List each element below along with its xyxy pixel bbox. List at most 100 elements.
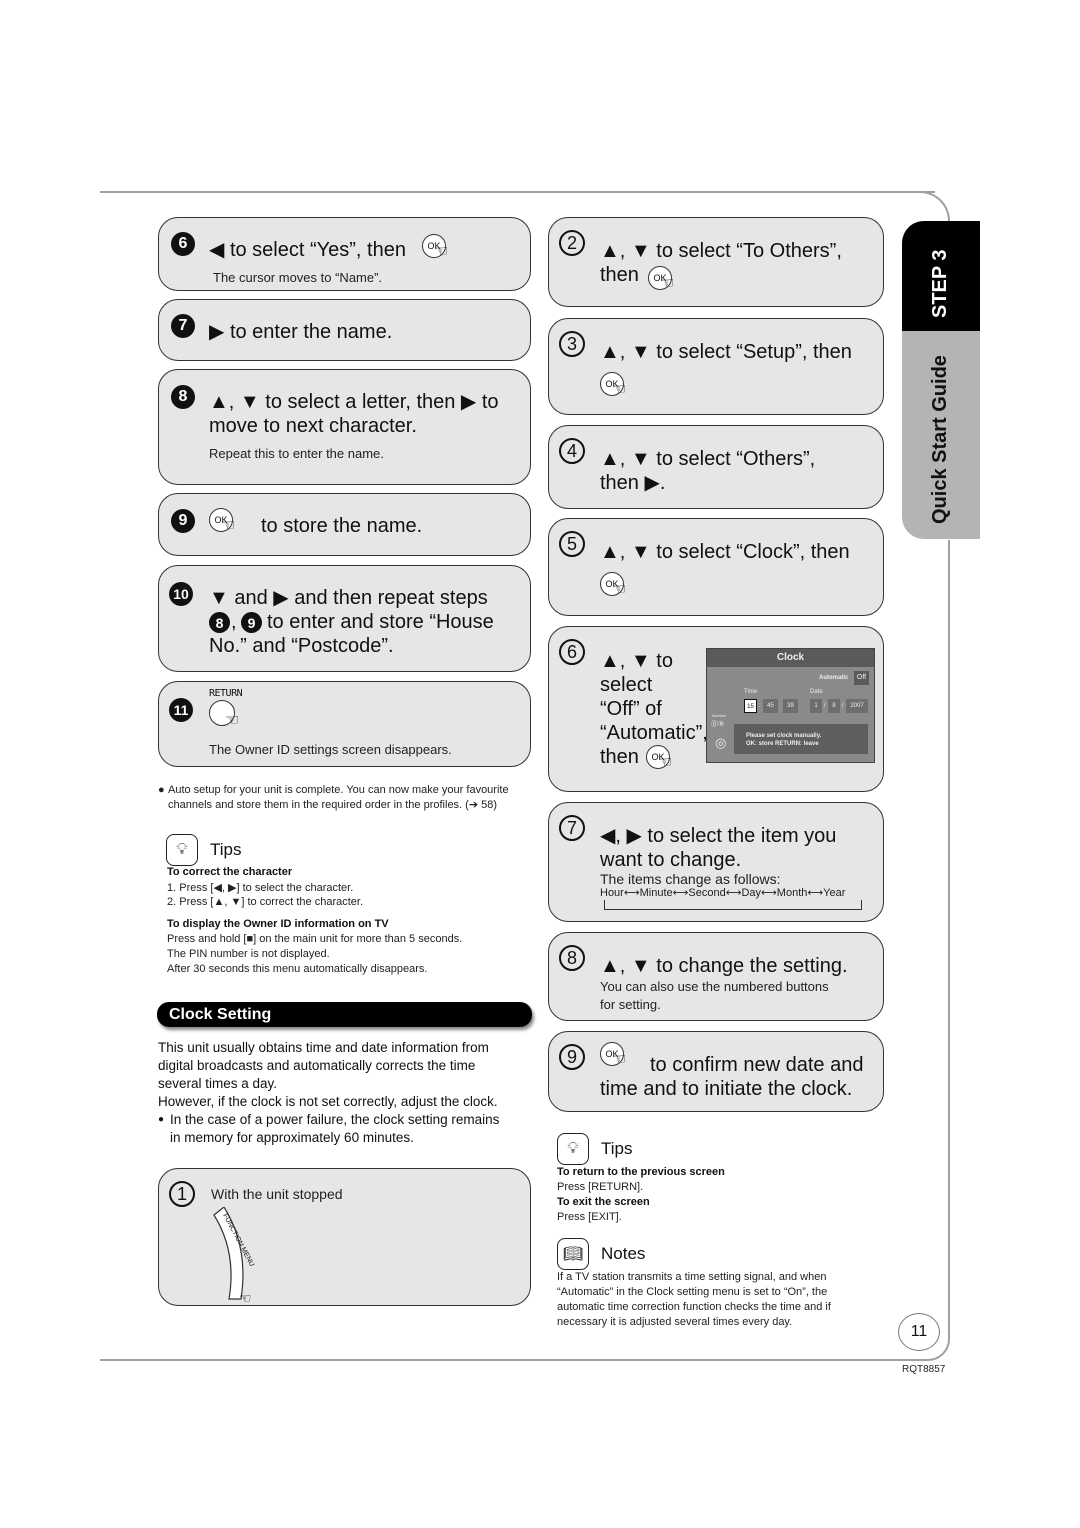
step-box-6: 6 ◀ to select “Yes”, then OK ☜ The cursor… (158, 217, 531, 291)
return-label: RETURN (209, 688, 243, 699)
date-separator: / (842, 703, 844, 709)
step-subtext: The cursor moves to “Name”. (213, 270, 383, 285)
notes-line: necessary it is adjusted several times e… (557, 1316, 793, 1328)
step-text-line: “Off” of (600, 698, 662, 720)
clock-screen-title: Clock (707, 649, 874, 667)
tip-line: Press and hold [■] on the main unit for … (167, 933, 463, 945)
step-text: ◀ to select “Yes”, then (209, 239, 406, 261)
month-field[interactable]: 8 (828, 699, 840, 713)
clock-step-box-3: 3 ▲, ▼ to select “Setup”, then OK ☜ (548, 318, 884, 415)
step-text-line2: then (600, 264, 639, 286)
step-text-line2: move to next character. (209, 415, 417, 437)
tip-line: Press [EXIT]. (557, 1211, 622, 1223)
tip-title: To exit the screen (557, 1196, 650, 1208)
number-buttons-label: Number (712, 713, 727, 718)
step-text-line1: to confirm new date and (650, 1054, 864, 1076)
ok-button-icon: OK ☜ (600, 1042, 634, 1068)
item-cycle-sequence: Hour⟷Minute⟷Second⟷Day⟷Month⟷Year (600, 887, 846, 899)
step-text-line1: ◀, ▶ to select the item you (600, 825, 837, 847)
bottom-rule (100, 1359, 920, 1361)
step-ref-9: 9 (241, 612, 262, 633)
step-box-11: 11 RETURN ☜ The Owner ID settings screen… (158, 681, 531, 767)
step-text-line: ▲, ▼ to (600, 650, 673, 672)
step-box-8: 8 ▲, ▼ to select a letter, then ▶ to mov… (158, 369, 531, 485)
clock-step-box-8: 8 ▲, ▼ to change the setting. You can al… (548, 932, 884, 1021)
function-menu-button-icon: FUNCTION MENU ☜ (213, 1207, 255, 1306)
step-text-line2: then ▶. (600, 472, 666, 494)
notes-line: If a TV station transmits a time setting… (557, 1271, 827, 1283)
date-label: Date (810, 689, 823, 695)
bullet-icon: ● (158, 1114, 165, 1125)
step-number: 7 (559, 815, 585, 841)
ok-button-icon: OK ☜ (600, 572, 634, 598)
step-number: 4 (559, 438, 585, 464)
clock-step-box-9: 9 OK ☜ to confirm new date and time and t… (548, 1031, 884, 1112)
guide-label: Quick Start Guide (929, 355, 951, 524)
paragraph-line: However, if the clock is not set correct… (158, 1094, 498, 1109)
second-field[interactable]: 39 (783, 699, 798, 713)
step-number: 6 (559, 639, 585, 665)
step-ref-comma: , (231, 611, 237, 633)
time-label: Time (744, 689, 758, 695)
clock-step-box-1: 1 With the unit stopped FUNCTION MENU ☜ (158, 1168, 531, 1306)
paragraph-line: several times a day. (158, 1076, 278, 1091)
step-box-7: 7 ▶ to enter the name. (158, 299, 531, 361)
pointing-hand-icon: ☜ (612, 1051, 627, 1068)
step-number: 1 (169, 1181, 195, 1207)
step-text-line: then (600, 746, 639, 768)
paragraph-line: This unit usually obtains time and date … (158, 1040, 489, 1055)
auto-setup-line1: Auto setup for your unit is complete. Yo… (168, 784, 509, 796)
bullet-line: In the case of a power failure, the cloc… (170, 1112, 500, 1127)
svg-text:☜: ☜ (239, 1290, 252, 1306)
notes-line: automatic time correction function check… (557, 1301, 831, 1313)
step-subtext-line1: You can also use the numbered buttons (600, 979, 829, 994)
clock-step-box-5: 5 ▲, ▼ to select “Clock”, then OK ☜ (548, 518, 884, 616)
automatic-value[interactable]: Off (854, 671, 869, 685)
ok-button-icon: OK ☜ (646, 745, 680, 771)
minute-field[interactable]: 45 (763, 699, 778, 713)
year-field[interactable]: 2007 (846, 699, 868, 713)
step-text: ▲, ▼ to select “Setup”, then (600, 341, 852, 363)
document-code: RQT8857 (902, 1364, 946, 1375)
pointing-hand-icon: ☜ (225, 712, 240, 729)
section-title-clock-setting: Clock Setting (157, 1002, 532, 1027)
ok-button-icon: OK ☜ (209, 508, 243, 534)
ok-button-icon: OK ☜ (422, 234, 456, 260)
step-text: ▶ to enter the name. (209, 321, 393, 343)
step-box-9: 9 OK ☜ to store the name. (158, 493, 531, 556)
message-line2: OK: store RETURN: leave (746, 741, 819, 747)
step-number: 10 (169, 582, 193, 606)
page-number: 11 (898, 1313, 940, 1351)
time-separator: : (780, 703, 782, 709)
pointing-hand-icon: ☜ (612, 581, 627, 598)
tip-title: To return to the previous screen (557, 1166, 725, 1178)
step-text-line1: ▲, ▼ to select “Others”, (600, 448, 816, 470)
tip-line: 2. Press [▲, ▼] to correct the character… (167, 896, 364, 908)
auto-setup-line2: channels and store them in the required … (168, 799, 498, 811)
number-buttons-icon: ⓪⑨ (711, 721, 725, 728)
day-field[interactable]: 1 (810, 699, 822, 713)
step-text-line1: ▲, ▼ to select a letter, then ▶ to (209, 391, 499, 413)
time-separator: : (759, 703, 761, 709)
ok-button-icon: OK ☜ (600, 372, 634, 398)
tip-line: 1. Press [◀, ▶] to select the character. (167, 882, 354, 894)
step-number: 8 (171, 385, 195, 409)
navigation-dial-icon: ◎ (715, 735, 727, 750)
pointing-hand-icon: ☜ (658, 754, 673, 771)
hour-field[interactable]: 15 (744, 699, 757, 713)
step-number: 9 (559, 1044, 585, 1070)
pointing-hand-icon: ☜ (434, 243, 449, 260)
pointing-hand-icon: ☜ (660, 275, 675, 292)
step-text-line1: ▼ and ▶ and then repeat steps (209, 587, 488, 609)
lightbulb-icon: 💡︎ (166, 834, 198, 866)
side-rule (948, 540, 950, 1310)
tips-heading-left: 💡︎ Tips (166, 834, 242, 866)
step-number: 7 (171, 314, 195, 338)
ok-button-icon: OK ☜ (648, 266, 682, 292)
bullet-icon: ● (158, 784, 165, 796)
step-text-line2: to enter and store “House (267, 611, 494, 633)
clock-step-box-2: 2 ▲, ▼ to select “To Others”, then OK ☜ (548, 217, 884, 307)
step-text: ▲, ▼ to change the setting. (600, 955, 848, 977)
step-text: ▲, ▼ to select “Clock”, then (600, 541, 850, 563)
notes-line: “Automatic” in the Clock setting menu is… (557, 1286, 828, 1298)
